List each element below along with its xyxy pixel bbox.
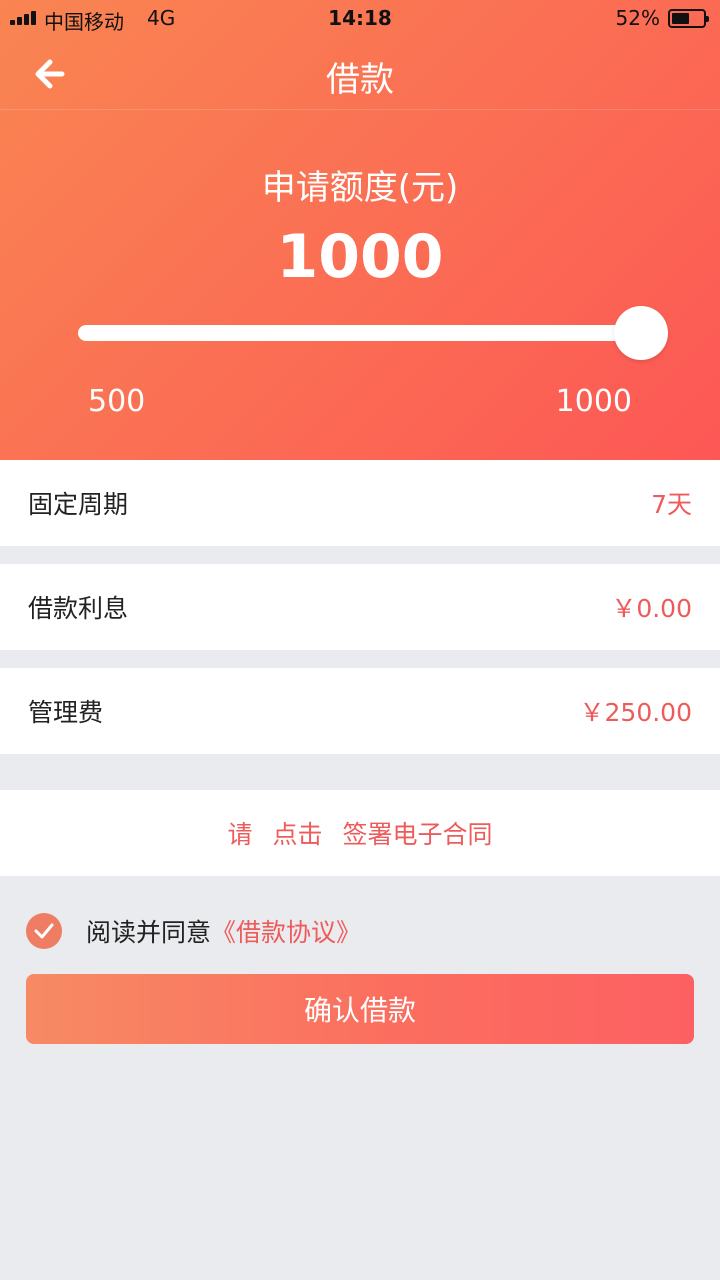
fee-row: 管理费 ￥250.00	[0, 668, 720, 754]
loan-header: 中国移动 4G 14:18 52% 借款 申请额度(元) 1000 500 10…	[0, 0, 720, 460]
interest-value: ￥0.00	[611, 594, 692, 623]
page-title: 借款	[326, 60, 394, 100]
slider-thumb[interactable]	[614, 306, 668, 360]
slider-min-label: 500	[88, 384, 146, 419]
amount-label: 申请额度(元)	[261, 168, 459, 208]
period-label: 固定周期	[28, 490, 129, 519]
sign-contract-button[interactable]: 请 点击 签署电子合同	[0, 790, 720, 876]
loan-agreement-link[interactable]: 《借款协议》	[211, 913, 361, 949]
status-bar: 中国移动 4G 14:18 52%	[0, 0, 720, 38]
period-value: 7天	[651, 490, 692, 519]
agreement-row: 阅读并同意 《借款协议》	[26, 912, 361, 950]
slider-max-label: 1000	[555, 384, 632, 419]
fee-label: 管理费	[28, 698, 104, 727]
agreement-text: 阅读并同意	[86, 918, 212, 947]
battery-icon	[668, 9, 709, 28]
checkmark-icon	[34, 923, 54, 939]
nav-bar: 借款	[0, 38, 720, 110]
amount-value: 1000	[276, 222, 444, 292]
slider-track[interactable]	[78, 325, 638, 341]
interest-row: 借款利息 ￥0.00	[0, 564, 720, 650]
status-time: 14:18	[328, 6, 392, 30]
agreement-checkbox[interactable]	[26, 913, 62, 949]
amount-slider[interactable]	[78, 306, 670, 360]
period-row: 固定周期 7天	[0, 460, 720, 546]
fee-value: ￥250.00	[579, 698, 692, 727]
confirm-loan-button[interactable]: 确认借款	[26, 974, 694, 1044]
interest-label: 借款利息	[28, 594, 129, 623]
battery-percent: 52%	[615, 6, 660, 30]
